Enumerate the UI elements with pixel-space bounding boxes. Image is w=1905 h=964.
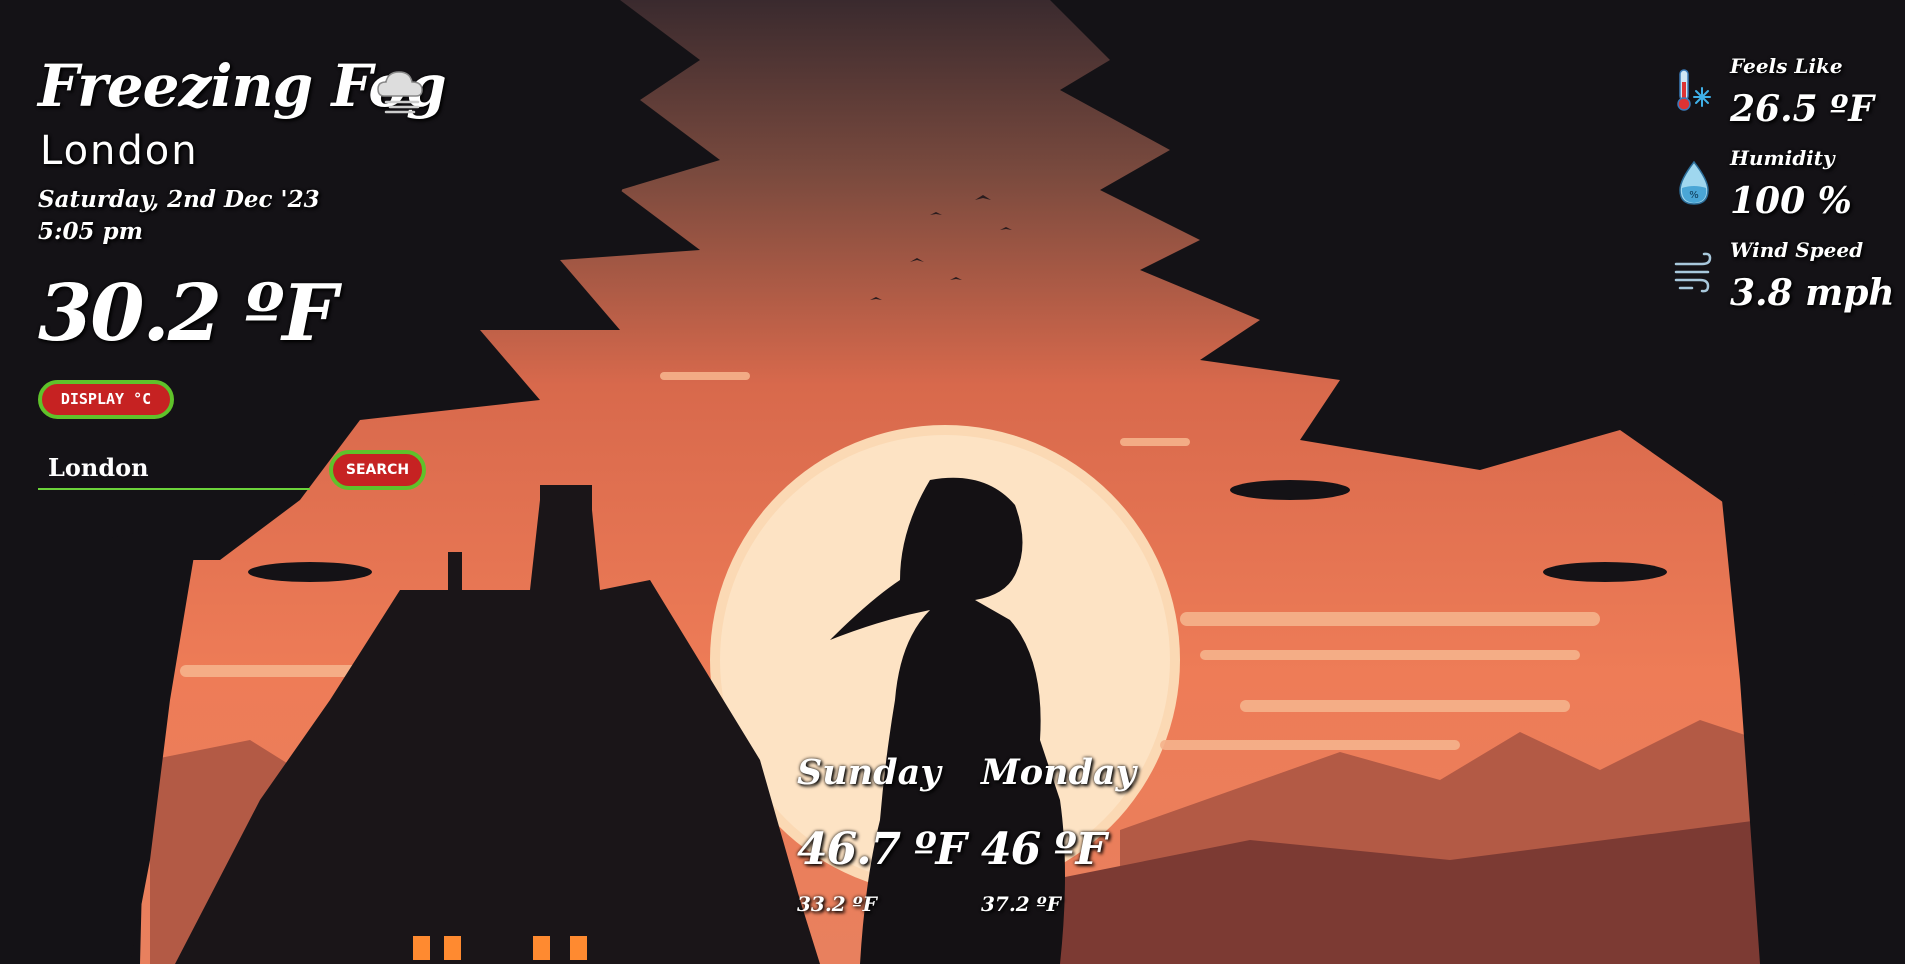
unit-toggle-button[interactable]: DISPLAY °C <box>38 380 174 419</box>
search-button[interactable]: SEARCH <box>329 450 426 490</box>
forecast-low-temp: 37.2 ºF <box>981 892 1061 916</box>
humidity-label: Humidity <box>1730 146 1835 170</box>
forecast-day-name: Sunday <box>797 752 941 793</box>
current-date: Saturday, 2nd Dec '23 <box>38 186 320 213</box>
wind-icon <box>1674 252 1712 293</box>
forecast-low-temp: 33.2 ºF <box>797 892 877 916</box>
thermometer-snowflake-icon <box>1677 69 1711 111</box>
current-time: 5:05 pm <box>38 218 143 245</box>
feels-like-label: Feels Like <box>1730 54 1843 78</box>
current-temperature: 30.2 ºF <box>38 268 338 359</box>
city-name: London <box>40 128 199 174</box>
svg-text:%: % <box>1689 190 1699 201</box>
humidity-drop-icon: % <box>1679 160 1709 205</box>
wind-speed-value: 3.8 mph <box>1730 272 1895 314</box>
cloud-fog-icon <box>377 71 423 114</box>
search-field <box>38 448 310 490</box>
city-search-input[interactable] <box>38 448 310 486</box>
humidity-value: 100 % <box>1730 180 1852 222</box>
forecast-high-temp: 46.7 ºF <box>797 824 967 875</box>
forecast-day-name: Monday <box>981 752 1137 793</box>
feels-like-value: 26.5 ºF <box>1730 88 1874 130</box>
wind-speed-label: Wind Speed <box>1730 238 1864 262</box>
forecast-high-temp: 46 ºF <box>981 824 1107 875</box>
